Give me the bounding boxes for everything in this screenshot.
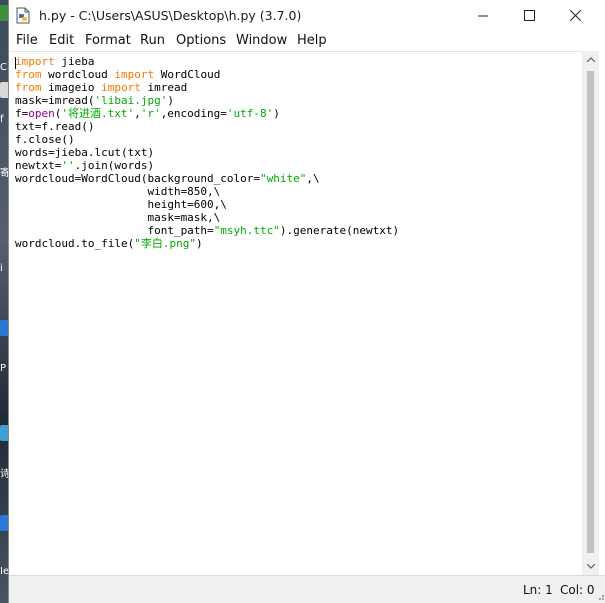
chevron-down-icon <box>586 564 595 569</box>
keyword-token: import <box>101 81 141 94</box>
close-button[interactable] <box>552 0 598 31</box>
scroll-up-button[interactable] <box>582 51 599 68</box>
code-token: font_path= <box>15 224 214 237</box>
code-token: imageio <box>41 81 102 94</box>
code-line[interactable]: words=jieba.lcut(txt) <box>15 146 154 159</box>
menu-edit[interactable]: Edit <box>49 33 74 48</box>
keyword-token: import <box>114 68 155 81</box>
string-token: "李白.png" <box>134 237 196 250</box>
code-token: mask=mask,\ <box>15 211 221 224</box>
code-line[interactable]: import jieba <box>15 55 95 68</box>
chevron-up-icon <box>586 57 595 62</box>
code-line[interactable]: f=open('将进酒.txt','r',encoding='utf-8') <box>15 107 280 120</box>
scrollbar-thumb[interactable] <box>587 71 594 553</box>
string-token: '将进酒.txt' <box>61 107 135 120</box>
code-line[interactable]: mask=mask,\ <box>15 211 220 224</box>
code-token: width=850,\ <box>15 185 221 198</box>
code-line[interactable]: wordcloud=WordCloud(background_color="wh… <box>15 172 320 185</box>
column-number-indicator: Col: 0 <box>560 583 595 597</box>
code-token: ,\ <box>306 172 320 185</box>
code-token: height=600,\ <box>15 198 227 211</box>
string-token: 'libai.jpg' <box>94 94 168 107</box>
code-token: wordcloud.to_file( <box>15 237 135 250</box>
code-token: imread <box>140 81 188 94</box>
code-token: ) <box>273 107 280 120</box>
menu-window[interactable]: Window <box>236 33 287 48</box>
string-token: "msyh.ttc" <box>213 224 280 237</box>
string-token: '' <box>61 159 75 172</box>
menu-run[interactable]: Run <box>140 33 165 48</box>
code-line[interactable]: newtxt=''.join(words) <box>15 159 154 172</box>
code-token: words=jieba.lcut(txt) <box>15 146 155 159</box>
code-line[interactable]: f.close() <box>15 133 75 146</box>
code-token: WordCloud <box>154 68 221 81</box>
scroll-down-button[interactable] <box>582 558 599 575</box>
keyword-token: from <box>15 81 42 94</box>
builtin-token: open <box>28 107 55 120</box>
vertical-scrollbar[interactable] <box>582 51 599 575</box>
code-token: f.close() <box>15 133 75 146</box>
code-line[interactable]: wordcloud.to_file("李白.png") <box>15 237 203 250</box>
code-token: wordcloud=WordCloud(background_color= <box>15 172 261 185</box>
code-token: newtxt= <box>15 159 62 172</box>
keyword-token: from <box>15 68 42 81</box>
code-editor[interactable]: import jieba from wordcloud import WordCl… <box>10 51 589 577</box>
string-token: 'utf-8' <box>226 107 274 120</box>
code-token: mask=imread( <box>15 94 95 107</box>
window-title: h.py - C:\Users\ASUS\Desktop\h.py (3.7.0… <box>39 8 302 23</box>
code-line[interactable]: from wordcloud import WordCloud <box>15 68 220 81</box>
code-token: f= <box>15 107 29 120</box>
code-line[interactable]: height=600,\ <box>15 198 227 211</box>
menu-file[interactable]: File <box>16 33 38 48</box>
maximize-button[interactable] <box>506 0 552 31</box>
code-token: ,encoding= <box>160 107 227 120</box>
code-token: ) <box>167 94 174 107</box>
string-token: "white" <box>260 172 307 185</box>
code-line[interactable]: txt=f.read() <box>15 120 94 133</box>
menu-format[interactable]: Format <box>85 33 131 48</box>
maximize-icon <box>523 10 535 21</box>
code-line[interactable]: mask=imread('libai.jpg') <box>15 94 174 107</box>
code-token: ) <box>195 237 203 250</box>
resize-grip-icon[interactable] <box>595 591 605 601</box>
code-token: ).generate(newtxt) <box>279 224 400 237</box>
code-token: , <box>134 107 141 120</box>
code-token: jieba <box>54 55 95 68</box>
menu-help[interactable]: Help <box>297 33 327 48</box>
code-token: txt=f.read() <box>15 120 95 133</box>
code-token: .join(words) <box>74 159 155 172</box>
code-token: wordcloud <box>41 68 115 81</box>
title-bar[interactable]: h.py - C:\Users\ASUS\Desktop\h.py (3.7.0… <box>9 0 605 31</box>
keyword-token: import <box>15 55 55 68</box>
minimize-icon <box>477 15 488 17</box>
python-file-icon <box>16 7 30 24</box>
menu-bar: File Edit Format Run Options Window Help <box>9 31 605 51</box>
string-token: 'r' <box>140 107 161 120</box>
menu-options[interactable]: Options <box>176 33 226 48</box>
code-line[interactable]: width=850,\ <box>15 185 220 198</box>
code-line[interactable]: font_path="msyh.ttc").generate(newtxt) <box>15 224 399 237</box>
code-line[interactable]: from imageio import imread <box>15 81 187 94</box>
minimize-button[interactable] <box>460 0 506 31</box>
close-icon <box>569 10 581 21</box>
line-number-indicator: Ln: 1 <box>523 583 553 597</box>
status-bar: Ln: 1 Col: 0 <box>9 575 605 603</box>
idle-editor-window: h.py - C:\Users\ASUS\Desktop\h.py (3.7.0… <box>8 0 605 603</box>
